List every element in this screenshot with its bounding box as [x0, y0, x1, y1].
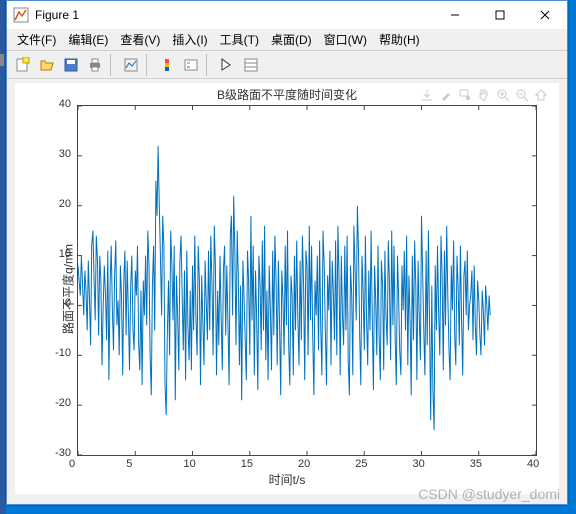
- zoom-out-icon[interactable]: [514, 87, 530, 103]
- axes-toolbar: [419, 87, 549, 103]
- watermark: CSDN @studyer_domi: [418, 486, 560, 502]
- window-title: Figure 1: [35, 8, 432, 22]
- insert-colorbar-icon[interactable]: [156, 54, 178, 76]
- maximize-button[interactable]: [477, 1, 522, 29]
- zoom-in-icon[interactable]: [495, 87, 511, 103]
- datatips-icon[interactable]: [457, 87, 473, 103]
- x-tick-label: 30: [413, 458, 425, 470]
- y-tick-label: 20: [59, 198, 71, 210]
- matlab-figure-icon: [13, 7, 29, 23]
- menubar: 文件(F) 编辑(E) 查看(V) 插入(I) 工具(T) 桌面(D) 窗口(W…: [7, 29, 567, 51]
- restore-view-icon[interactable]: [533, 87, 549, 103]
- menu-insert[interactable]: 插入(I): [166, 29, 213, 50]
- menu-tools[interactable]: 工具(T): [214, 29, 265, 50]
- x-tick-label: 40: [527, 458, 539, 470]
- menu-edit[interactable]: 编辑(E): [62, 29, 114, 50]
- y-tick-label: 10: [59, 248, 71, 260]
- titlebar[interactable]: Figure 1: [7, 1, 567, 29]
- toolbar: [7, 51, 567, 79]
- y-tick-label: 0: [65, 297, 71, 309]
- y-tick-label: 40: [59, 98, 71, 110]
- x-tick-label: 35: [470, 458, 482, 470]
- toolbar-separator: [146, 54, 152, 76]
- y-tick-label: -30: [55, 447, 71, 459]
- toolbar-separator: [206, 54, 212, 76]
- y-tick-label: -10: [55, 347, 71, 359]
- close-button[interactable]: [522, 1, 567, 29]
- link-plot-icon[interactable]: [120, 54, 142, 76]
- print-icon[interactable]: [84, 54, 106, 76]
- open-icon[interactable]: [36, 54, 58, 76]
- save-icon[interactable]: [60, 54, 82, 76]
- x-tick-label: 10: [184, 458, 196, 470]
- plot-area: B级路面不平度随时间变化 路面不平度q/mm 时间t/s 05101520253…: [15, 83, 559, 494]
- minimize-button[interactable]: [432, 1, 477, 29]
- x-tick-label: 20: [298, 458, 310, 470]
- menu-file[interactable]: 文件(F): [11, 29, 62, 50]
- line-plot: [78, 106, 536, 455]
- x-tick-label: 0: [69, 458, 75, 470]
- menu-window[interactable]: 窗口(W): [318, 29, 373, 50]
- x-tick-label: 25: [355, 458, 367, 470]
- toolbar-separator: [110, 54, 116, 76]
- edit-plot-icon[interactable]: [216, 54, 238, 76]
- axes[interactable]: [77, 105, 537, 456]
- x-tick-label: 5: [126, 458, 132, 470]
- y-tick-label: -20: [55, 397, 71, 409]
- export-icon[interactable]: [419, 87, 435, 103]
- pan-icon[interactable]: [476, 87, 492, 103]
- menu-desktop[interactable]: 桌面(D): [265, 29, 318, 50]
- figure-window: Figure 1 文件(F) 编辑(E) 查看(V) 插入(I) 工具(T) 桌…: [6, 0, 568, 505]
- open-property-inspector-icon[interactable]: [240, 54, 262, 76]
- insert-legend-icon[interactable]: [180, 54, 202, 76]
- menu-help[interactable]: 帮助(H): [373, 29, 426, 50]
- x-tick-label: 15: [241, 458, 253, 470]
- brush-icon[interactable]: [438, 87, 454, 103]
- new-figure-icon[interactable]: [12, 54, 34, 76]
- menu-view[interactable]: 查看(V): [114, 29, 166, 50]
- y-tick-label: 30: [59, 148, 71, 160]
